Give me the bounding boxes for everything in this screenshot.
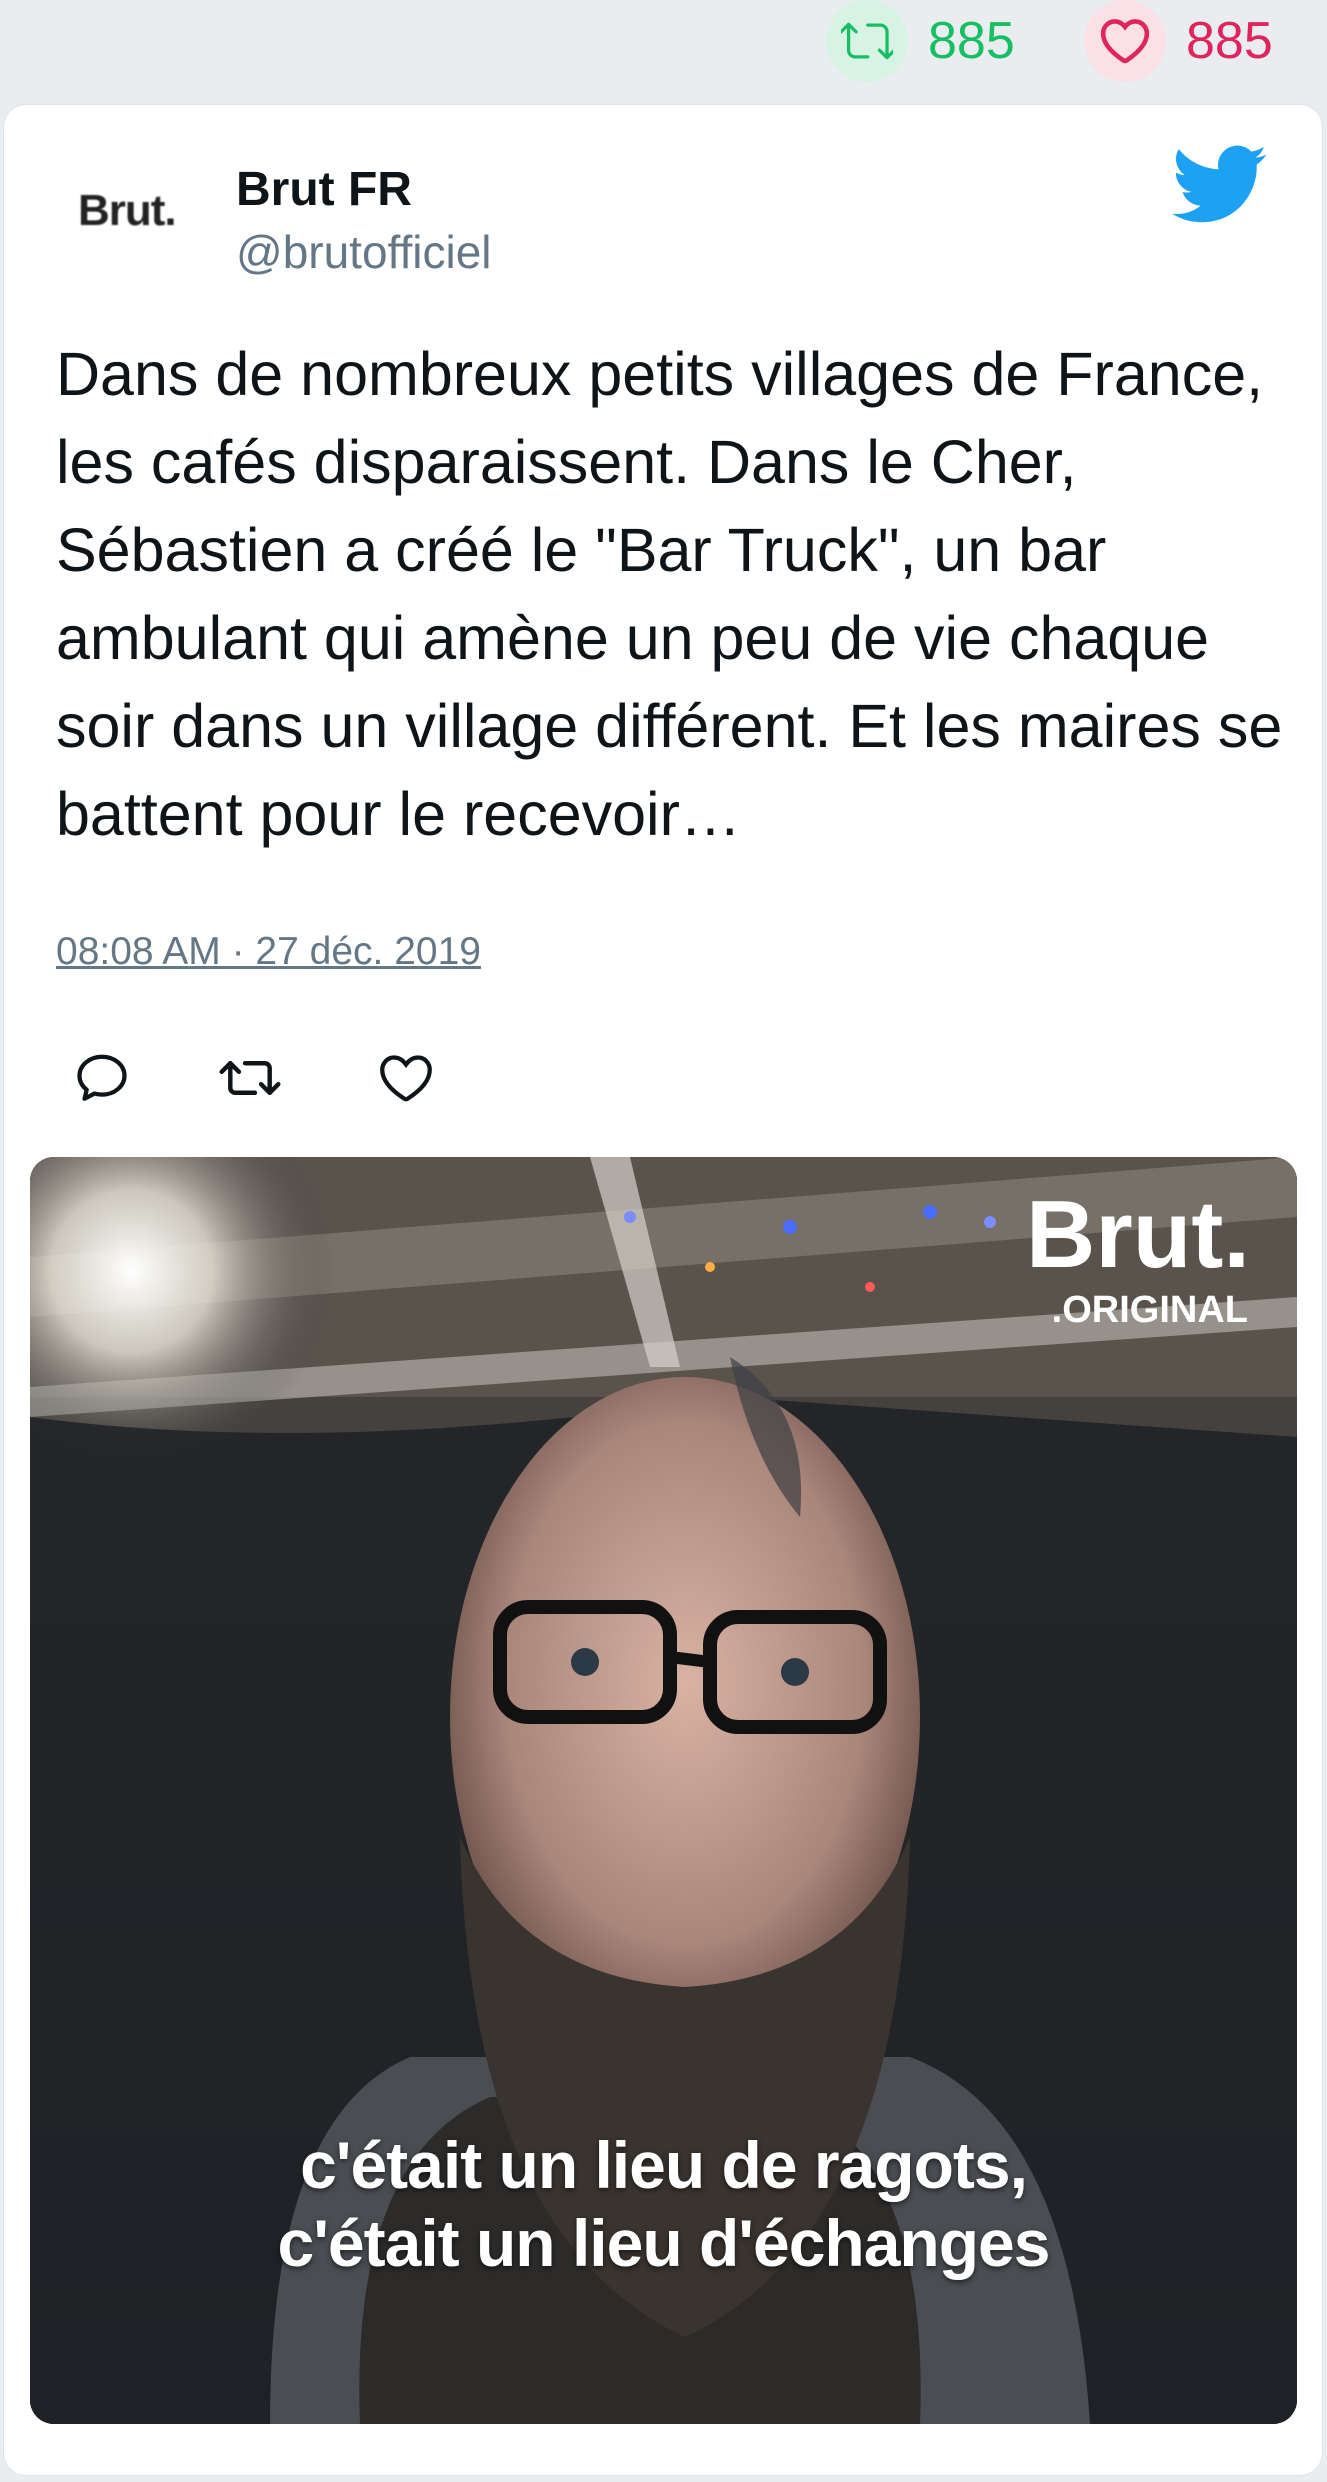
author-name[interactable]: Brut FR — [236, 162, 412, 217]
retweet-icon[interactable] — [826, 0, 908, 82]
tweet-text: Dans de nombreux petits villages de Fran… — [56, 340, 1283, 848]
heart-icon[interactable] — [1084, 0, 1166, 82]
like-count: 885 — [1186, 12, 1273, 70]
video-caption-line-2: c'était un lieu d'échanges — [277, 2206, 1051, 2280]
retweet-stat[interactable]: 885 — [826, 0, 1015, 82]
video-caption-line-1: c'était un lieu de ragots, — [300, 2128, 1028, 2202]
engagement-bar: 885 885 — [0, 0, 1327, 100]
retweet-action-icon[interactable] — [218, 1048, 281, 1108]
author-handle[interactable]: @brutofficiel — [236, 225, 492, 279]
twitter-bird-icon[interactable] — [1172, 145, 1268, 230]
brut-watermark: Brut. — [1026, 1181, 1250, 1288]
like-action-icon[interactable] — [376, 1048, 436, 1108]
like-stat[interactable]: 885 — [1084, 0, 1273, 82]
reply-icon[interactable] — [72, 1048, 132, 1108]
author-avatar[interactable]: Brut. — [78, 186, 177, 236]
original-watermark: .ORIGINAL — [1052, 1289, 1248, 1331]
tweet-timestamp[interactable]: 08:08 AM · 27 déc. 2019 — [56, 930, 481, 974]
tweet-video[interactable]: Brut. .ORIGINAL c'était un lieu de ragot… — [30, 1157, 1297, 2424]
retweet-count: 885 — [928, 12, 1015, 70]
